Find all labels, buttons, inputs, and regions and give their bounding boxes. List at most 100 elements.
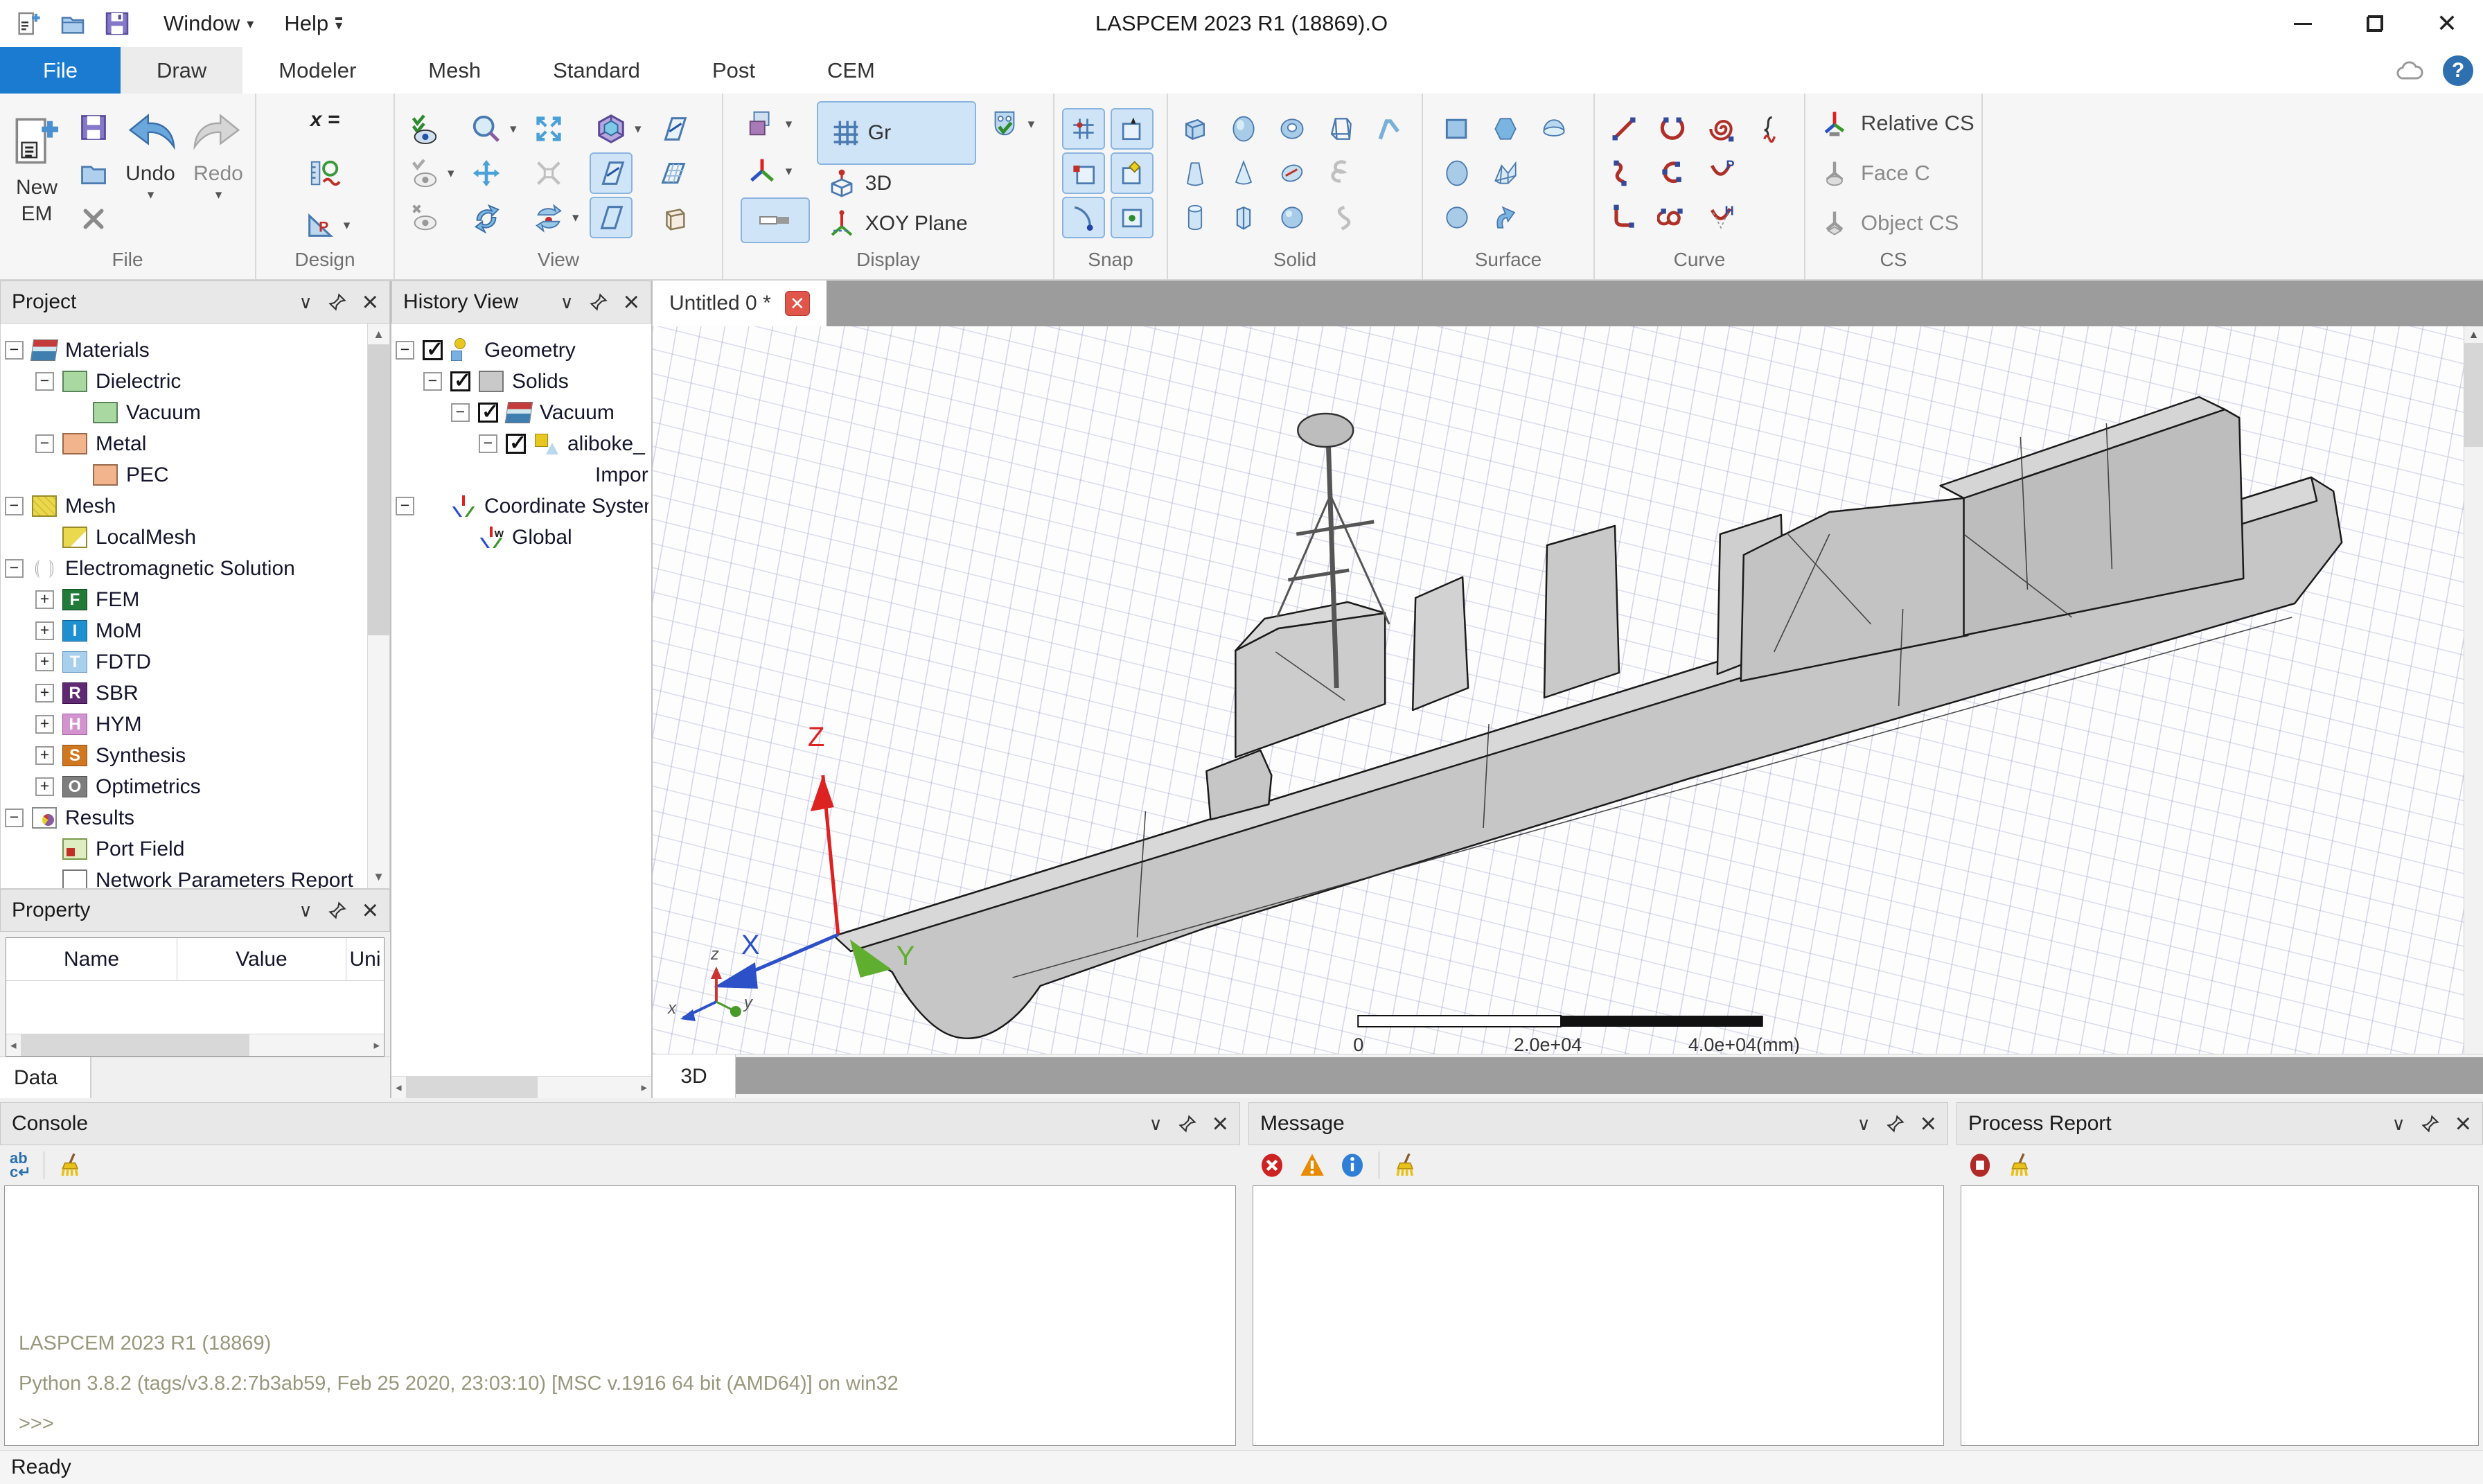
chevron-down-icon[interactable]: ∨ bbox=[2392, 1113, 2405, 1135]
tree-item[interactable]: − Geometry bbox=[396, 335, 648, 366]
tab-data[interactable]: Data bbox=[0, 1057, 91, 1098]
dome-surface-button[interactable] bbox=[1534, 109, 1574, 148]
measure-button[interactable] bbox=[305, 153, 345, 192]
tree-item[interactable]: − Solids bbox=[396, 366, 648, 397]
help-icon[interactable]: ? bbox=[2443, 55, 2473, 86]
pin-icon[interactable] bbox=[328, 292, 347, 312]
function-curve-button[interactable] bbox=[1749, 109, 1790, 148]
tree-item[interactable]: Vacuum bbox=[5, 397, 364, 428]
expander-toggle[interactable]: + bbox=[35, 653, 54, 671]
chevron-down-icon[interactable]: ∨ bbox=[1857, 1113, 1871, 1135]
helix-button[interactable] bbox=[1320, 154, 1361, 193]
process-report-content[interactable] bbox=[1961, 1185, 2479, 1446]
column-header-value[interactable]: Value bbox=[177, 938, 346, 980]
visibility-checkbox[interactable] bbox=[450, 371, 470, 391]
mesh-surface-button[interactable] bbox=[1485, 154, 1526, 193]
revolve-button[interactable] bbox=[1272, 154, 1312, 193]
close-icon[interactable]: × bbox=[2455, 1110, 2471, 1138]
zoom-extents-button[interactable] bbox=[529, 109, 569, 148]
plane-solid-button[interactable] bbox=[591, 198, 631, 237]
tab-cem[interactable]: CEM bbox=[791, 47, 911, 94]
scroll-right-icon[interactable]: ▸ bbox=[641, 1081, 647, 1095]
ellipsoid-button[interactable] bbox=[1223, 109, 1264, 148]
scroll-down-icon[interactable]: ▼ bbox=[373, 870, 385, 884]
fit-selection-button[interactable] bbox=[404, 154, 444, 193]
view-3d-box-button[interactable] bbox=[591, 109, 631, 148]
tree-item[interactable]: + I MoM bbox=[5, 615, 364, 646]
snap-midpoint-button[interactable] bbox=[1112, 154, 1152, 193]
expander-toggle[interactable]: − bbox=[479, 434, 497, 453]
tree-item[interactable]: − Metal bbox=[5, 428, 364, 459]
rotate-button[interactable] bbox=[466, 198, 506, 237]
scroll-right-icon[interactable]: ▸ bbox=[373, 1039, 380, 1052]
tree-item[interactable]: − Mesh bbox=[5, 491, 364, 522]
expander-toggle[interactable]: − bbox=[423, 372, 442, 391]
undo-button[interactable]: Undo ▾ bbox=[119, 101, 182, 245]
chevron-down-icon[interactable]: ∨ bbox=[560, 292, 574, 313]
new-em-button[interactable]: New EM bbox=[6, 101, 68, 245]
expander-toggle[interactable]: − bbox=[5, 497, 24, 515]
chevron-down-icon[interactable]: ∨ bbox=[299, 292, 312, 313]
mask-check-button[interactable] bbox=[984, 105, 1025, 143]
3d-viewport[interactable]: Z X Y z x y bbox=[653, 326, 2483, 1054]
variables-button[interactable]: x = bbox=[305, 100, 345, 139]
tab-post[interactable]: Post bbox=[676, 47, 791, 94]
tree-item[interactable]: − aliboke_ bbox=[396, 428, 648, 459]
cloud-icon[interactable] bbox=[2394, 59, 2425, 82]
tree-item[interactable]: + R SBR bbox=[5, 678, 364, 709]
closed-curve-button[interactable] bbox=[1652, 154, 1693, 193]
visibility-checkbox[interactable] bbox=[478, 403, 498, 423]
snap-grid-button[interactable] bbox=[1063, 109, 1104, 148]
expander-toggle[interactable]: + bbox=[35, 621, 54, 640]
rect-surface-button[interactable] bbox=[1437, 109, 1477, 148]
polyline-l-button[interactable] bbox=[1604, 198, 1644, 237]
snap-center-button[interactable] bbox=[1112, 198, 1152, 237]
tree-item[interactable]: Port Field bbox=[5, 833, 364, 865]
pan-button[interactable] bbox=[466, 154, 506, 193]
message-list[interactable] bbox=[1253, 1185, 1944, 1446]
snap-vertex-button[interactable] bbox=[1112, 109, 1152, 148]
expander-toggle[interactable]: − bbox=[451, 403, 470, 422]
clear-report-icon[interactable] bbox=[2006, 1151, 2034, 1179]
delete-button[interactable] bbox=[73, 200, 114, 238]
restore-button[interactable] bbox=[2339, 0, 2411, 47]
zoom-out-extents-button[interactable] bbox=[529, 154, 569, 193]
scroll-up-icon[interactable]: ▲ bbox=[373, 328, 385, 342]
zoom-button[interactable] bbox=[466, 109, 506, 148]
scrollbar-thumb[interactable] bbox=[21, 1034, 249, 1056]
pin-icon[interactable] bbox=[328, 901, 347, 920]
close-button[interactable]: ✕ bbox=[2411, 0, 2483, 47]
expander-toggle[interactable]: − bbox=[35, 372, 54, 391]
pin-icon[interactable] bbox=[2421, 1114, 2440, 1133]
model-display-button[interactable] bbox=[742, 105, 782, 143]
pin-icon[interactable] bbox=[589, 292, 608, 312]
scroll-left-icon[interactable]: ◂ bbox=[396, 1081, 402, 1095]
tree-item[interactable]: − Dielectric bbox=[5, 366, 364, 397]
bend-button[interactable] bbox=[1369, 109, 1409, 148]
expander-toggle[interactable]: − bbox=[5, 559, 24, 578]
menu-window[interactable]: Window▾ bbox=[164, 11, 254, 36]
close-icon[interactable]: × bbox=[1212, 1110, 1228, 1138]
plane-sketch-button[interactable] bbox=[653, 109, 693, 148]
column-header-name[interactable]: Name bbox=[6, 938, 177, 980]
tree-item[interactable]: Import bbox=[396, 459, 648, 491]
circle-surface-button[interactable] bbox=[1437, 198, 1477, 237]
new-document-icon[interactable] bbox=[12, 8, 44, 39]
object-cs-button[interactable]: Object CS bbox=[1819, 201, 1959, 245]
pin-icon[interactable] bbox=[1886, 1114, 1905, 1133]
tree-item[interactable]: PEC bbox=[5, 459, 364, 491]
word-wrap-icon[interactable]: abc↵ bbox=[10, 1151, 31, 1179]
expander-toggle[interactable]: + bbox=[35, 715, 54, 734]
cone-button[interactable] bbox=[1223, 154, 1264, 193]
open-file-icon[interactable] bbox=[57, 8, 89, 39]
sweep-surface-button[interactable] bbox=[1485, 198, 1526, 237]
save-icon[interactable] bbox=[101, 8, 133, 39]
snap-arc-button[interactable] bbox=[1063, 198, 1104, 237]
tree-item[interactable]: − Results bbox=[5, 802, 364, 833]
info-filter-icon[interactable] bbox=[1338, 1151, 1366, 1179]
spin-button[interactable] bbox=[529, 198, 569, 237]
expander-toggle[interactable]: − bbox=[35, 434, 54, 453]
torus-button[interactable] bbox=[1272, 109, 1312, 148]
viewport-scrollbar[interactable]: ▲ bbox=[2464, 326, 2483, 1054]
visibility-checkbox[interactable] bbox=[506, 434, 526, 454]
